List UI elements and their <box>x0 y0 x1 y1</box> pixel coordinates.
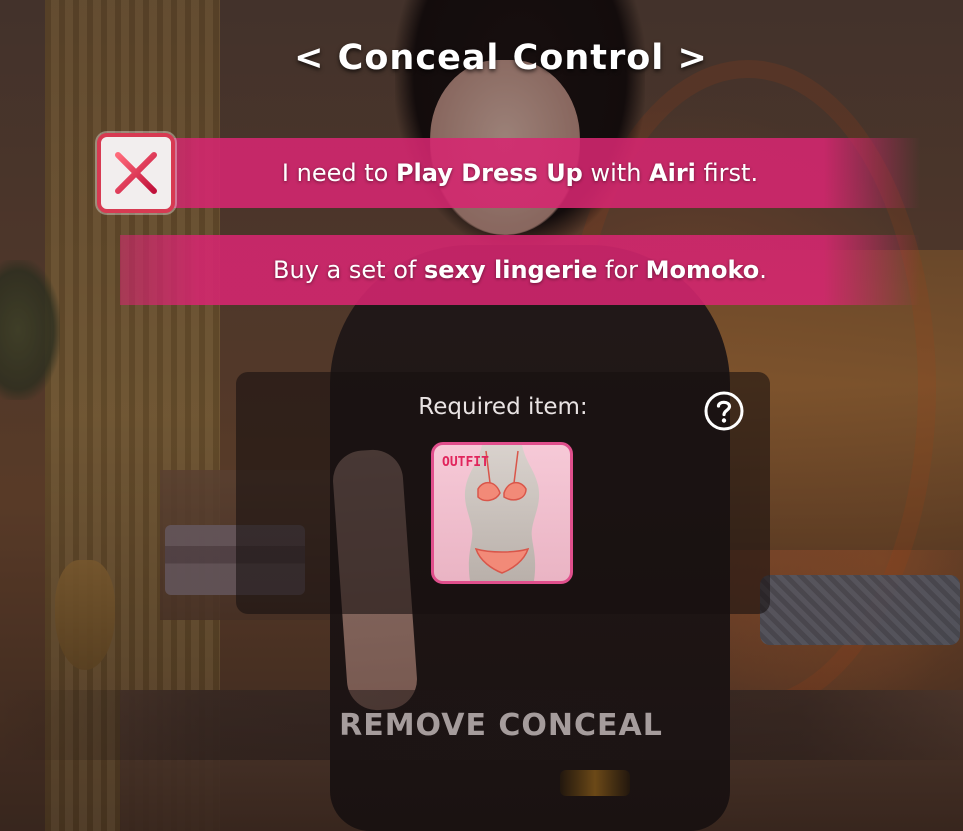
requirement-1-text: I need to Play Dress Up with Airi first. <box>282 159 758 187</box>
requirement-2-text-part: Buy a set of <box>273 256 424 284</box>
requirement-2-character: Momoko <box>645 256 760 284</box>
required-item-card[interactable]: OUTFIT <box>431 442 573 584</box>
requirement-2-item: sexy lingerie <box>423 256 598 284</box>
cross-icon <box>115 152 157 194</box>
item-category-tag: OUTFIT <box>442 455 489 470</box>
requirement-1-activity: Play Dress Up <box>395 159 583 187</box>
requirement-1-character: Airi <box>649 159 696 187</box>
requirement-banner-1: I need to Play Dress Up with Airi first. <box>120 138 920 208</box>
requirement-banner-2: Buy a set of sexy lingerie for Momoko. <box>120 235 920 305</box>
question-mark-icon[interactable] <box>703 390 745 432</box>
requirement-2-text: Buy a set of sexy lingerie for Momoko. <box>273 256 767 284</box>
requirement-2-text-part: . <box>759 256 767 284</box>
requirement-1-status-box <box>97 133 175 213</box>
remove-conceal-button[interactable]: REMOVE CONCEAL <box>0 690 963 760</box>
required-item-panel: Required item: OUTFIT <box>236 372 770 614</box>
requirement-1-text-part: with <box>582 159 650 187</box>
requirement-1-text-part: I need to <box>281 159 396 187</box>
requirement-2-text-part: for <box>597 256 646 284</box>
page-title: < Conceal Control > <box>294 38 708 78</box>
required-item-label: Required item: <box>418 394 588 420</box>
requirement-1-text-part: first. <box>695 159 759 187</box>
